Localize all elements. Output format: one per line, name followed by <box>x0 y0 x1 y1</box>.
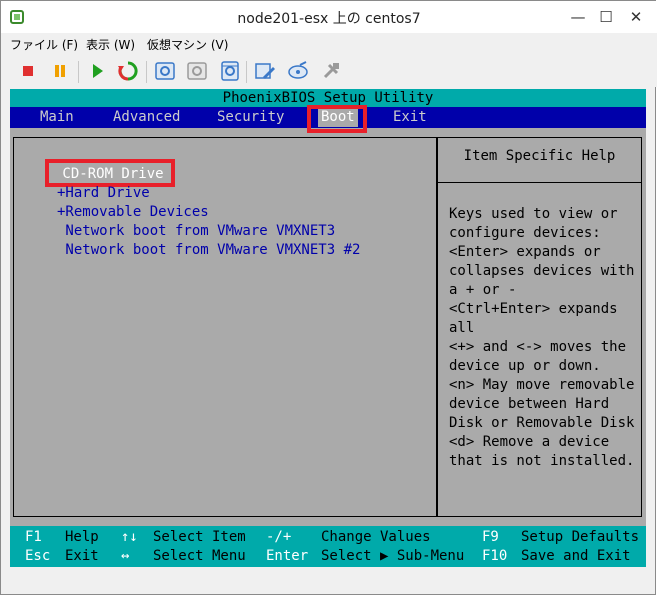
key-leftright: ↔ <box>121 548 130 564</box>
help-line: <Ctrl+Enter> expands <box>449 301 618 317</box>
key-f10-desc: Save and Exit <box>521 548 631 564</box>
vm-console[interactable]: PhoenixBIOS Setup Utility Main Advanced … <box>10 89 646 567</box>
vm-console-window: node201-esx 上の centos7 — ☐ ✕ ファイル (F) 表示… <box>0 0 657 595</box>
boot-item-network-2[interactable]: Network boot from VMware VMXNET3 #2 <box>57 241 360 260</box>
toolbar-separator <box>78 61 79 83</box>
window-title: node201-esx 上の centos7 <box>237 11 421 27</box>
help-title: Item Specific Help <box>463 148 616 164</box>
key-enter-desc: Select ▶ Sub-Menu <box>321 548 465 564</box>
maximize-button[interactable]: ☐ <box>593 7 619 27</box>
status-bar <box>10 573 646 587</box>
title-bar[interactable]: node201-esx 上の centos7 — ☐ ✕ <box>1 1 657 33</box>
snapshot-manager-icon <box>221 61 239 81</box>
help-line: Keys used to view or <box>449 206 618 222</box>
connect-devices-icon <box>323 63 339 79</box>
suspend-button[interactable] <box>48 59 72 83</box>
help-line: collapses devices with <box>449 263 635 279</box>
help-line: a + or - <box>449 282 517 298</box>
boot-item-network-1[interactable]: Network boot from VMware VMXNET3 <box>57 222 335 241</box>
power-on-button[interactable] <box>85 59 109 83</box>
menu-file[interactable]: ファイル (F) <box>10 36 78 53</box>
key-f1: F1 <box>25 529 42 545</box>
key-esc: Esc <box>25 548 51 564</box>
toolbar-separator <box>246 61 247 83</box>
tab-exit[interactable]: Exit <box>393 108 427 127</box>
boot-tab-highlight <box>307 105 367 133</box>
key-enter: Enter <box>266 548 309 564</box>
connect-cd-button[interactable] <box>286 59 310 83</box>
help-line: that is not installed. <box>449 453 635 469</box>
reset-button[interactable] <box>116 59 140 83</box>
edit-settings-icon <box>255 63 275 79</box>
snapshot-manager-button[interactable] <box>218 59 242 83</box>
cdrom-highlight <box>45 159 175 187</box>
key-f1-desc: Help <box>65 529 99 545</box>
help-line: device up or down. <box>449 358 601 374</box>
edit-settings-button[interactable] <box>253 59 277 83</box>
key-esc-desc: Exit <box>65 548 99 564</box>
cd-connect-icon <box>288 61 308 79</box>
help-line: <n> May move removable <box>449 377 635 393</box>
help-line: <Enter> expands or <box>449 244 601 260</box>
key-minus-plus: -/+ <box>266 529 292 545</box>
power-off-button[interactable] <box>16 59 40 83</box>
help-line: <d> Remove a device <box>449 434 610 450</box>
close-button[interactable]: ✕ <box>623 7 649 27</box>
toolbar <box>1 55 657 87</box>
suspend-icon <box>55 65 65 77</box>
toolbar-separator <box>146 61 147 83</box>
help-panel: Item Specific Help Keys used to view or … <box>437 137 642 517</box>
help-line: Disk or Removable Disk <box>449 415 635 431</box>
snapshot-revert-icon <box>187 62 207 80</box>
menu-view[interactable]: 表示 (W) <box>86 36 135 53</box>
take-snapshot-button[interactable] <box>153 59 177 83</box>
key-updown-desc: Select Item <box>153 529 246 545</box>
key-updown: ↑↓ <box>121 529 138 545</box>
key-f10: F10 <box>482 548 508 564</box>
key-help-footer: F1 Help ↑↓ Select Item -/+ Change Values… <box>10 526 646 567</box>
power-off-icon <box>23 66 33 76</box>
help-line: all <box>449 320 475 336</box>
help-divider <box>438 182 641 183</box>
key-f9: F9 <box>482 529 499 545</box>
minimize-button[interactable]: — <box>565 7 591 27</box>
reset-icon <box>118 61 138 81</box>
boot-item-removable[interactable]: +Removable Devices <box>57 203 209 222</box>
menu-vm[interactable]: 仮想マシン (V) <box>147 36 228 53</box>
menu-bar: ファイル (F) 表示 (W) 仮想マシン (V) <box>1 33 657 55</box>
tab-security[interactable]: Security <box>217 108 284 127</box>
tab-advanced[interactable]: Advanced <box>113 108 180 127</box>
key-minus-plus-desc: Change Values <box>321 529 431 545</box>
boot-item-hard-drive[interactable]: +Hard Drive <box>57 184 150 203</box>
key-f9-desc: Setup Defaults <box>521 529 640 545</box>
help-line: device between Hard <box>449 396 610 412</box>
snapshot-take-icon <box>155 62 175 80</box>
help-text: Keys used to view or configure devices: … <box>449 205 639 471</box>
power-on-icon <box>93 64 103 78</box>
connect-devices-button[interactable] <box>319 59 343 83</box>
help-line: configure devices: <box>449 225 601 241</box>
revert-snapshot-button[interactable] <box>185 59 209 83</box>
help-line: <+> and <-> moves the <box>449 339 627 355</box>
key-leftright-desc: Select Menu <box>153 548 246 564</box>
tab-main[interactable]: Main <box>40 108 74 127</box>
